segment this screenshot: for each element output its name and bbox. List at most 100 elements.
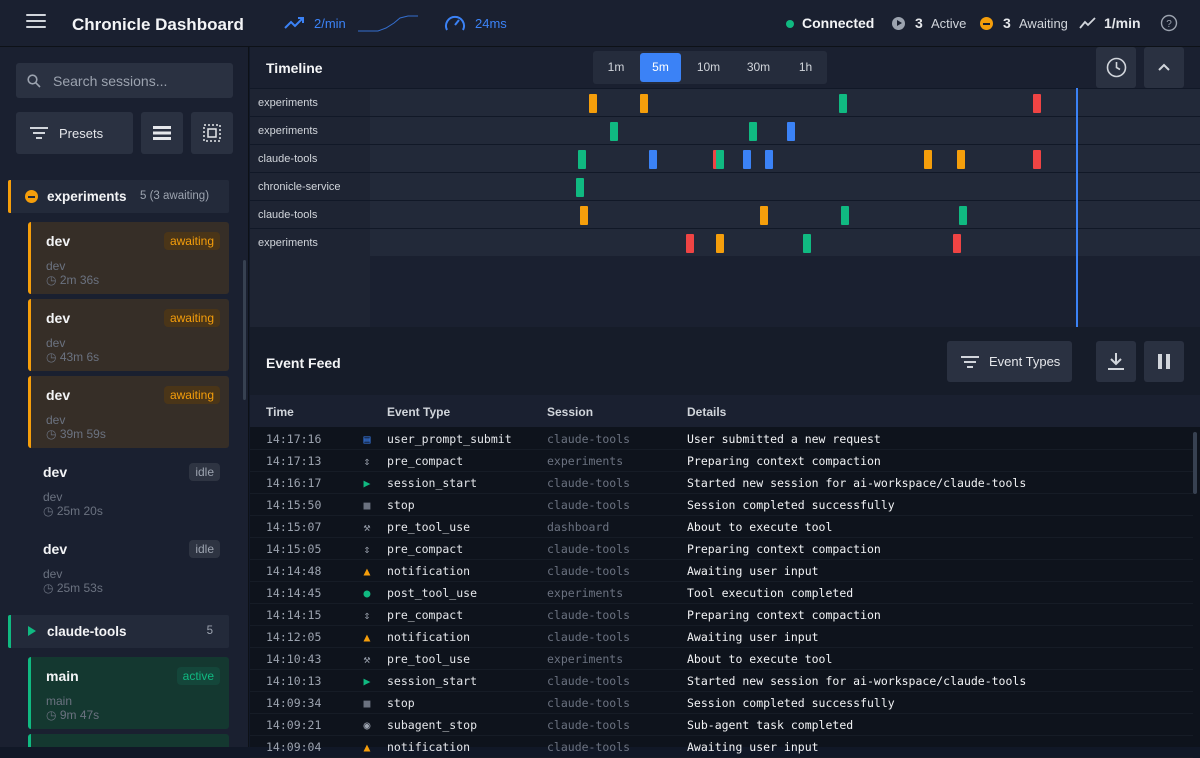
collapse-button[interactable] xyxy=(1144,47,1184,88)
range-10m[interactable]: 10m xyxy=(687,53,730,82)
download-button[interactable] xyxy=(1096,341,1136,382)
event-marker[interactable] xyxy=(743,150,751,169)
event-details: Preparing context compaction xyxy=(687,608,881,622)
sparkline xyxy=(358,15,418,32)
event-row[interactable]: 14:15:07 ⚒ pre_tool_use dashboard About to e… xyxy=(250,516,1193,538)
active-count: 3 xyxy=(915,15,923,31)
timeline-row: claude-tools xyxy=(250,200,1200,229)
bell-icon: ▲ xyxy=(363,740,371,754)
event-time: 14:09:21 xyxy=(266,718,322,732)
event-marker[interactable] xyxy=(1033,150,1041,169)
event-type: user_prompt_submit xyxy=(387,432,512,446)
event-marker[interactable] xyxy=(1033,94,1041,113)
search-box[interactable]: Search sessions... xyxy=(16,63,233,98)
event-marker[interactable] xyxy=(803,234,811,253)
history-button[interactable] xyxy=(1096,47,1136,88)
range-30m[interactable]: 30m xyxy=(734,53,783,82)
event-marker[interactable] xyxy=(580,206,588,225)
event-row[interactable]: 14:17:16 ▤ user_prompt_submit claude-tools U… xyxy=(250,428,1193,450)
event-marker[interactable] xyxy=(686,234,694,253)
range-5m[interactable]: 5m xyxy=(640,53,681,82)
event-row[interactable]: 14:09:21 ◉ subagent_stop claude-tools Sub-ag… xyxy=(250,714,1193,736)
event-row[interactable]: 14:10:13 ▶ session_start claude-tools Starte… xyxy=(250,670,1193,692)
event-type: session_start xyxy=(387,674,478,688)
col-time[interactable]: Time xyxy=(266,405,294,419)
col-event-type[interactable]: Event Type xyxy=(387,405,450,419)
event-row[interactable]: 14:09:04 ▲ notification claude-tools Awaitin… xyxy=(250,736,1193,758)
event-row[interactable]: 14:16:17 ▶ session_start claude-tools Starte… xyxy=(250,472,1193,494)
event-row[interactable]: 14:14:48 ▲ notification claude-tools Awaitin… xyxy=(250,560,1193,582)
event-time: 14:17:13 xyxy=(266,454,322,468)
event-marker[interactable] xyxy=(953,234,961,253)
group-experiments[interactable]: experiments 5 (3 awaiting) xyxy=(8,180,229,213)
event-details: About to execute tool xyxy=(687,652,833,666)
event-row[interactable]: 14:17:13 ⇕ pre_compact experiments Preparing… xyxy=(250,450,1193,472)
list-view-button[interactable] xyxy=(141,112,183,154)
event-row[interactable]: 14:10:43 ⚒ pre_tool_use experiments About to… xyxy=(250,648,1193,670)
event-details: Session completed successfully xyxy=(687,696,895,710)
event-session: claude-tools xyxy=(547,542,631,556)
event-time: 14:14:45 xyxy=(266,586,322,600)
event-type: session_start xyxy=(387,476,478,490)
col-details[interactable]: Details xyxy=(687,405,726,419)
connected-dot-icon xyxy=(786,20,794,28)
event-time: 14:09:04 xyxy=(266,740,322,754)
event-time: 14:16:17 xyxy=(266,476,322,490)
event-marker[interactable] xyxy=(839,94,847,113)
range-1h[interactable]: 1h xyxy=(788,53,823,82)
range-1m[interactable]: 1m xyxy=(596,53,636,82)
event-marker[interactable] xyxy=(959,206,967,225)
row-label: experiments xyxy=(250,89,370,117)
event-row[interactable]: 14:12:05 ▲ notification claude-tools Awaitin… xyxy=(250,626,1193,648)
event-marker[interactable] xyxy=(589,94,597,113)
event-row[interactable]: 14:09:34 ■ stop claude-tools Session complet… xyxy=(250,692,1193,714)
row-label: experiments xyxy=(250,229,370,257)
active-label: Active xyxy=(931,16,967,31)
top-header: Chronicle Dashboard 2/min 24ms Connected… xyxy=(0,0,1200,47)
group-claude-tools[interactable]: claude-tools 5 xyxy=(8,615,229,648)
session-name: main xyxy=(46,668,79,684)
event-marker[interactable] xyxy=(649,150,657,169)
event-marker[interactable] xyxy=(716,150,724,169)
sidebar-scrollbar[interactable] xyxy=(243,260,246,400)
session-card[interactable]: dev awaiting dev ◷ 39m 59s xyxy=(28,376,229,448)
feed-scrollbar[interactable] xyxy=(1193,432,1197,494)
session-card[interactable]: dev idle dev ◷ 25m 20s xyxy=(28,453,229,525)
clock-icon: ◷ xyxy=(46,273,60,287)
search-input[interactable]: Search sessions... xyxy=(53,73,167,89)
event-rate: 1/min xyxy=(1104,15,1141,31)
event-marker[interactable] xyxy=(578,150,586,169)
group-name: claude-tools xyxy=(47,624,127,639)
session-card[interactable]: main active main ◷ 9m 47s xyxy=(28,657,229,729)
event-row[interactable]: 14:15:05 ⇕ pre_compact claude-tools Preparin… xyxy=(250,538,1193,560)
session-card[interactable] xyxy=(28,734,229,747)
select-view-button[interactable] xyxy=(191,112,233,154)
session-card[interactable]: dev awaiting dev ◷ 2m 36s xyxy=(28,222,229,294)
event-marker[interactable] xyxy=(957,150,965,169)
event-marker[interactable] xyxy=(749,122,757,141)
event-marker[interactable] xyxy=(610,122,618,141)
event-types-button[interactable]: Event Types xyxy=(947,341,1072,382)
compress-icon: ⇕ xyxy=(363,454,371,468)
event-marker[interactable] xyxy=(576,178,584,197)
event-marker[interactable] xyxy=(640,94,648,113)
help-icon[interactable]: ? xyxy=(1160,14,1178,32)
col-session[interactable]: Session xyxy=(547,405,593,419)
event-marker[interactable] xyxy=(760,206,768,225)
table-header: Time Event Type Session Details xyxy=(250,395,1200,427)
event-row[interactable]: 14:15:50 ■ stop claude-tools Session complet… xyxy=(250,494,1193,516)
menu-icon[interactable] xyxy=(26,14,46,30)
presets-button[interactable]: Presets xyxy=(16,112,133,154)
presets-label: Presets xyxy=(59,126,104,141)
session-card[interactable]: dev awaiting dev ◷ 43m 6s xyxy=(28,299,229,371)
event-marker[interactable] xyxy=(841,206,849,225)
event-marker[interactable] xyxy=(787,122,795,141)
session-card[interactable]: dev idle dev ◷ 25m 53s xyxy=(28,530,229,602)
event-row[interactable]: 14:14:45 ● post_tool_use experiments Tool ex… xyxy=(250,582,1193,604)
filter-icon xyxy=(961,356,979,368)
event-marker[interactable] xyxy=(924,150,932,169)
event-marker[interactable] xyxy=(716,234,724,253)
event-row[interactable]: 14:14:15 ⇕ pre_compact claude-tools Preparin… xyxy=(250,604,1193,626)
event-marker[interactable] xyxy=(765,150,773,169)
pause-button[interactable] xyxy=(1144,341,1184,382)
